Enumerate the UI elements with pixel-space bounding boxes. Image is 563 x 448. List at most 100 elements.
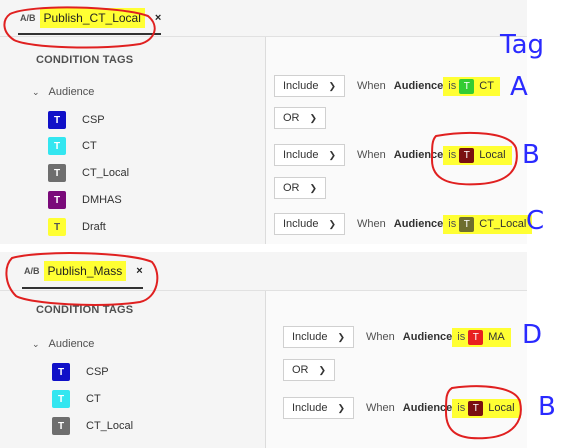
tags-sidebar: CONDITION TAGS ⌄ Audience T CSP T CT T C… [0,291,265,448]
is-label: is [457,402,466,414]
tag-icon: T [48,111,66,129]
rule-value[interactable]: is T MA [452,327,511,347]
tag-icon: T [52,417,70,435]
chevron-down-icon: ❯ [328,80,337,91]
or-dropdown[interactable]: OR ❯ [283,359,336,381]
tag-item[interactable]: T Draft [48,218,108,236]
include-dropdown[interactable]: Include ❯ [283,397,355,419]
tag-item[interactable]: T CT [52,390,103,408]
value-label: CT_Local [479,218,527,230]
condition-panel-1: A/B Publish_CT_Local × CONDITION TAGS ⌄ … [0,0,533,244]
when-label: When [366,331,395,343]
chevron-down-icon: ❯ [328,149,337,160]
tab-publish-ct-local[interactable]: A/B Publish_CT_Local × [0,0,162,35]
field-label: Audience [393,218,444,230]
value-label: Local [488,402,515,414]
ab-icon: A/B [20,12,36,23]
include-dropdown[interactable]: Include ❯ [274,213,346,235]
tag-item[interactable]: T DMHAS [48,191,124,209]
active-tab-underline [18,33,162,35]
condition-panel-2: A/B Publish_Mass × CONDITION TAGS ⌄ Audi… [0,252,527,448]
tag-label: DMHAS [82,194,122,206]
tags-sidebar: CONDITION TAGS ⌄ Audience T CSP T CT T C… [0,37,265,244]
group-audience[interactable]: ⌄ Audience [32,86,94,98]
condition-rule: Include ❯ When Audience is T MA [283,324,511,350]
chevron-down-icon: ❯ [309,112,318,123]
is-label: is [457,331,466,343]
dropdown-value: Include [283,149,319,161]
annotation-letter: C [526,206,545,236]
tag-icon: T [459,78,475,94]
tag-item[interactable]: T CT_Local [52,417,135,435]
dropdown-value: OR [283,182,300,194]
include-dropdown[interactable]: Include ❯ [274,75,346,97]
annotation-letter: D [522,320,543,350]
tag-item[interactable]: T CT_Local [48,164,131,182]
field-label: Audience [393,80,444,92]
tag-icon: T [48,164,66,182]
section-title: CONDITION TAGS [36,54,134,66]
dropdown-value: OR [292,364,309,376]
tag-icon: T [468,329,484,345]
field-label: Audience [393,149,444,161]
chevron-down-icon: ⌄ [32,86,40,97]
close-icon[interactable]: × [155,12,161,24]
tag-item[interactable]: T CT [48,137,99,155]
group-label: Audience [48,338,95,350]
field-label: Audience [402,331,453,343]
or-dropdown[interactable]: OR ❯ [274,107,327,129]
annotation-letter: B [538,392,556,422]
tag-icon: T [52,390,70,408]
chevron-down-icon: ❯ [337,402,346,413]
dropdown-value: Include [283,218,319,230]
or-dropdown[interactable]: OR ❯ [274,177,327,199]
tab-publish-mass[interactable]: A/B Publish_Mass × [4,252,143,289]
when-label: When [366,402,395,414]
close-icon[interactable]: × [136,265,142,277]
include-dropdown[interactable]: Include ❯ [283,326,355,348]
when-label: When [357,149,386,161]
or-connector: OR ❯ [283,357,336,383]
tab-bar: A/B Publish_Mass × [0,252,527,291]
chevron-down-icon: ❯ [318,364,327,375]
tag-icon: T [459,216,475,232]
dropdown-value: OR [283,112,300,124]
value-label: MA [488,331,505,343]
tag-icon: T [48,137,66,155]
dropdown-value: Include [292,331,328,343]
dropdown-value: Include [283,80,319,92]
rule-value[interactable]: is T Local [452,398,521,418]
when-label: When [357,80,386,92]
rule-value[interactable]: is T Local [443,145,512,165]
tag-label: CT_Local [82,167,130,179]
rule-value[interactable]: is T CT_Local [443,214,533,234]
panel-gap [0,244,563,252]
group-audience[interactable]: ⌄ Audience [32,338,94,350]
tag-icon: T [48,218,66,236]
tag-label: CSP [82,114,105,126]
is-label: is [448,218,457,230]
tag-icon: T [468,400,484,416]
annotation-heading: Tag [500,30,545,60]
tag-item[interactable]: T CSP [52,363,111,381]
tab-label: Publish_Mass [43,260,127,281]
tab-bar: A/B Publish_CT_Local × [0,0,527,37]
annotation-letter: A [510,72,528,102]
section-title: CONDITION TAGS [36,304,134,316]
tag-label: CT [86,393,101,405]
include-dropdown[interactable]: Include ❯ [274,144,346,166]
value-label: CT [479,80,494,92]
or-connector: OR ❯ [274,175,327,201]
rule-value[interactable]: is T CT [443,76,500,96]
tag-label: Draft [82,221,106,233]
condition-rule: Include ❯ When Audience is T Local [283,395,521,421]
tag-icon: T [459,147,475,163]
or-connector: OR ❯ [274,105,327,131]
chevron-down-icon: ❯ [337,331,346,342]
chevron-down-icon: ❯ [328,218,337,229]
tag-label: CT_Local [86,420,134,432]
tag-item[interactable]: T CSP [48,111,107,129]
annotation-letter: B [522,140,540,170]
condition-rule: Include ❯ When Audience is T Local [274,142,512,168]
tag-label: CT [82,140,97,152]
